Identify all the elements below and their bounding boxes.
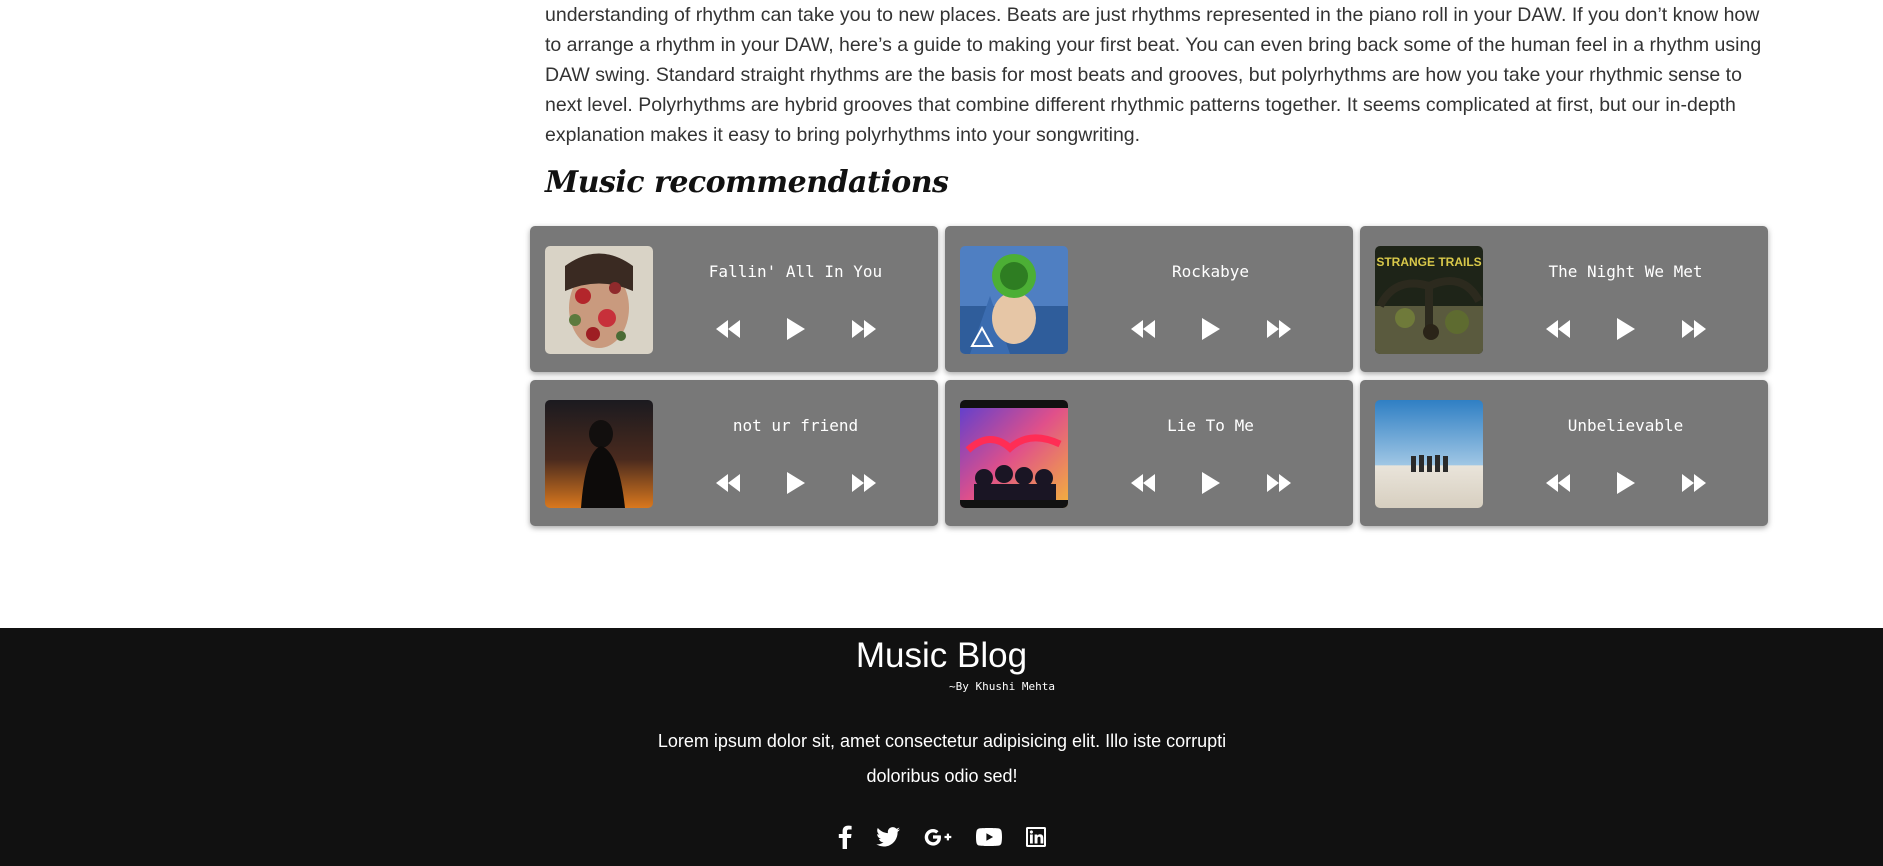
rewind-icon[interactable]: [1130, 470, 1156, 496]
facebook-icon[interactable]: [838, 824, 852, 850]
player-controls: [1483, 316, 1768, 342]
linkedin-icon[interactable]: [1025, 824, 1046, 850]
play-icon[interactable]: [1198, 470, 1224, 496]
fast-forward-icon[interactable]: [851, 316, 877, 342]
cover-text: STRANGE TRAILS: [1376, 255, 1481, 269]
album-cover: [545, 246, 653, 354]
song-card: not ur friend: [530, 380, 938, 526]
google-plus-icon[interactable]: [924, 824, 952, 850]
song-title: Lie To Me: [1167, 416, 1254, 435]
play-icon[interactable]: [1613, 316, 1639, 342]
youtube-icon[interactable]: [975, 824, 1002, 850]
song-card: STRANGE TRAILS The Night We Met: [1360, 226, 1768, 372]
fast-forward-icon[interactable]: [1266, 316, 1292, 342]
fast-forward-icon[interactable]: [851, 470, 877, 496]
footer-description: Lorem ipsum dolor sit, amet consectetur …: [657, 731, 1227, 786]
album-cover-sunset-silhouette: [545, 400, 653, 508]
rewind-icon[interactable]: [1130, 316, 1156, 342]
play-icon[interactable]: [1613, 470, 1639, 496]
album-cover: [545, 400, 653, 508]
song-title: Rockabye: [1171, 262, 1250, 281]
player-controls: [1068, 470, 1353, 496]
album-cover-youngblood: [960, 400, 1068, 508]
album-cover: [960, 246, 1068, 354]
fast-forward-icon[interactable]: [1681, 316, 1707, 342]
song-title: The Night We Met: [1548, 262, 1703, 281]
song-card: Fallin' All In You: [530, 226, 938, 372]
rewind-icon[interactable]: [715, 316, 741, 342]
rewind-icon[interactable]: [1545, 316, 1571, 342]
rewind-icon[interactable]: [1545, 470, 1571, 496]
play-icon[interactable]: [1198, 316, 1224, 342]
song-card: Lie To Me: [945, 380, 1353, 526]
article-paragraph: understanding of rhythm can take you to …: [545, 4, 1762, 146]
album-cover: [960, 400, 1068, 508]
rewind-icon[interactable]: [715, 470, 741, 496]
song-card: Unbelievable: [1360, 380, 1768, 526]
album-cover: STRANGE TRAILS: [1375, 246, 1483, 354]
album-cover-desert-band: [1375, 400, 1483, 508]
album-cover-flowers-portrait: [545, 246, 653, 354]
player-controls: [1483, 470, 1768, 496]
song-title: not ur friend: [732, 416, 859, 435]
footer-title: Music Blog: [855, 636, 1028, 675]
play-icon[interactable]: [783, 316, 809, 342]
site-footer: Music Blog ~By Khushi Mehta Lorem ipsum …: [0, 628, 1883, 866]
play-icon[interactable]: [783, 470, 809, 496]
player-controls: [653, 316, 938, 342]
social-links: [0, 824, 1883, 850]
song-title: Unbelievable: [1567, 416, 1684, 435]
player-controls: [1068, 316, 1353, 342]
section-heading: Music recommendations: [545, 165, 949, 200]
album-cover-strange-trails: STRANGE TRAILS: [1375, 246, 1483, 354]
album-cover-green-hair-figure: [960, 246, 1068, 354]
song-card: Rockabye: [945, 226, 1353, 372]
player-controls: [653, 470, 938, 496]
album-cover: [1375, 400, 1483, 508]
twitter-icon[interactable]: [875, 824, 900, 850]
fast-forward-icon[interactable]: [1266, 470, 1292, 496]
footer-author: ~By Khushi Mehta: [949, 680, 1055, 693]
fast-forward-icon[interactable]: [1681, 470, 1707, 496]
song-title: Fallin' All In You: [708, 262, 883, 281]
